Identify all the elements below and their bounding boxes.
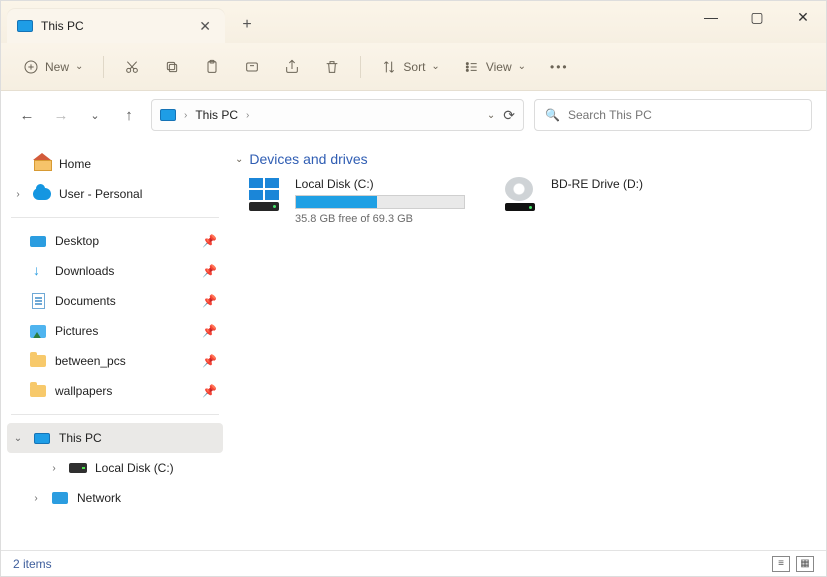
sidebar-item-home[interactable]: Home (7, 149, 223, 179)
this-pc-icon (34, 433, 50, 444)
cloud-icon (33, 188, 51, 200)
expand-icon[interactable]: › (11, 189, 25, 200)
sidebar-item-this-pc[interactable]: ⌄ This PC (7, 423, 223, 453)
share-button[interactable] (274, 51, 310, 83)
cut-button[interactable] (114, 51, 150, 83)
home-icon (34, 157, 50, 171)
content-pane: ⌄ Devices and drives Local Disk (C:) 35.… (229, 139, 826, 552)
sort-button[interactable]: Sort ⌄ (371, 51, 449, 83)
copy-button[interactable] (154, 51, 190, 83)
section-header[interactable]: ⌄ Devices and drives (235, 151, 814, 167)
breadcrumb-item[interactable]: This PC (195, 108, 238, 122)
sort-icon (381, 59, 397, 75)
status-text: 2 items (13, 557, 52, 571)
new-tab-button[interactable]: + (233, 11, 261, 39)
share-icon (284, 59, 300, 75)
address-bar[interactable]: › This PC › ⌄ ⟳ (151, 99, 524, 131)
sidebar-item-folder[interactable]: between_pcs 📌 (7, 346, 223, 376)
desktop-icon (30, 236, 46, 247)
sidebar-item-downloads[interactable]: Downloads 📌 (7, 256, 223, 286)
download-icon (31, 264, 45, 278)
sidebar-item-network[interactable]: › Network (7, 483, 223, 513)
local-disk-icon (249, 177, 285, 211)
icons-view-button[interactable]: ▦ (796, 556, 814, 572)
drive-local-disk[interactable]: Local Disk (C:) 35.8 GB free of 69.3 GB (249, 177, 479, 225)
pin-icon: 📌 (202, 294, 217, 308)
expand-icon[interactable]: › (29, 493, 43, 504)
search-input[interactable] (568, 108, 801, 122)
pin-icon: 📌 (202, 384, 217, 398)
sidebar-item-folder[interactable]: wallpapers 📌 (7, 376, 223, 406)
rename-button[interactable] (234, 51, 270, 83)
chevron-down-icon: ⌄ (518, 61, 526, 72)
this-pc-icon (17, 20, 33, 32)
paste-icon (204, 59, 220, 75)
sidebar-item-desktop[interactable]: Desktop 📌 (7, 226, 223, 256)
drive-name: Local Disk (C:) (295, 177, 479, 191)
cut-icon (124, 59, 140, 75)
new-button[interactable]: New ⌄ (13, 51, 93, 83)
network-icon (52, 492, 68, 504)
details-view-button[interactable]: ≡ (772, 556, 790, 572)
chevron-down-icon: ⌄ (235, 154, 243, 165)
drive-subtitle: 35.8 GB free of 69.3 GB (295, 213, 479, 225)
document-icon (32, 293, 45, 309)
copy-icon (164, 59, 180, 75)
close-button[interactable]: ✕ (780, 1, 826, 33)
navigation-pane: Home › User - Personal Desktop 📌 Downloa… (1, 139, 229, 552)
pin-icon: 📌 (202, 324, 217, 338)
sidebar-item-pictures[interactable]: Pictures 📌 (7, 316, 223, 346)
collapse-icon[interactable]: ⌄ (11, 433, 25, 444)
pin-icon: 📌 (202, 354, 217, 368)
separator (103, 56, 104, 78)
sidebar-item-onedrive[interactable]: › User - Personal (7, 179, 223, 209)
more-button[interactable]: ••• (540, 51, 579, 83)
view-button[interactable]: View ⌄ (454, 51, 536, 83)
view-icon (464, 59, 480, 75)
rename-icon (244, 59, 260, 75)
chevron-down-icon[interactable]: ⌄ (487, 110, 495, 121)
tab-close-icon[interactable]: ✕ (199, 18, 211, 35)
up-button[interactable]: ↑ (117, 103, 141, 127)
expand-icon[interactable]: › (47, 463, 61, 474)
separator (360, 56, 361, 78)
chevron-down-icon: ⌄ (75, 61, 83, 72)
recent-button[interactable]: ⌄ (83, 103, 107, 127)
storage-bar (295, 195, 465, 209)
paste-button[interactable] (194, 51, 230, 83)
tab-title: This PC (41, 19, 84, 33)
optical-drive-icon (505, 177, 541, 211)
pictures-icon (30, 325, 46, 338)
this-pc-icon (160, 109, 176, 121)
tab-this-pc[interactable]: This PC ✕ (7, 9, 225, 43)
refresh-button[interactable]: ⟳ (503, 107, 515, 124)
delete-button[interactable] (314, 51, 350, 83)
forward-button[interactable]: → (49, 103, 73, 127)
sidebar-item-documents[interactable]: Documents 📌 (7, 286, 223, 316)
drive-name: BD-RE Drive (D:) (551, 177, 735, 191)
trash-icon (324, 59, 340, 75)
chevron-right-icon: › (184, 110, 187, 121)
sidebar-item-local-disk[interactable]: › Local Disk (C:) (7, 453, 223, 483)
folder-icon (30, 355, 46, 367)
plus-circle-icon (23, 59, 39, 75)
chevron-right-icon: › (246, 110, 249, 121)
search-box[interactable]: 🔍 (534, 99, 812, 131)
drive-bdre[interactable]: BD-RE Drive (D:) (505, 177, 735, 225)
maximize-button[interactable]: ▢ (734, 1, 780, 33)
pin-icon: 📌 (202, 234, 217, 248)
minimize-button[interactable]: — (688, 1, 734, 33)
disk-icon (69, 463, 87, 473)
pin-icon: 📌 (202, 264, 217, 278)
back-button[interactable]: ← (15, 103, 39, 127)
chevron-down-icon: ⌄ (431, 61, 439, 72)
search-icon: 🔍 (545, 108, 560, 122)
folder-icon (30, 385, 46, 397)
